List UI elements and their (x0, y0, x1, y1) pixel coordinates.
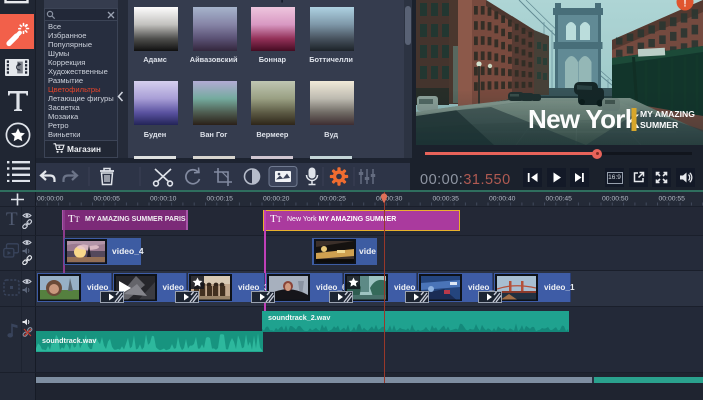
svg-text:00:00:50: 00:00:50 (602, 196, 629, 203)
svg-text:MY AMAZING: MY AMAZING (640, 109, 695, 119)
svg-text:00:00:10: 00:00:10 (150, 196, 177, 203)
svg-text:00:00:35: 00:00:35 (433, 196, 460, 203)
svg-text:SUMMER: SUMMER (640, 120, 679, 130)
svg-text:00:00:20: 00:00:20 (263, 196, 290, 203)
svg-text:00:00:05: 00:00:05 (94, 196, 121, 203)
svg-text:00:00:40: 00:00:40 (489, 196, 516, 203)
svg-text:00:00:25: 00:00:25 (320, 196, 347, 203)
svg-text:00:00:45: 00:00:45 (546, 196, 573, 203)
svg-text:00:00:00: 00:00:00 (37, 196, 64, 203)
svg-text:!: ! (684, 0, 687, 9)
svg-text:New York: New York (528, 104, 640, 134)
svg-text:00:00:15: 00:00:15 (207, 196, 234, 203)
svg-text:00:00:55: 00:00:55 (659, 196, 686, 203)
